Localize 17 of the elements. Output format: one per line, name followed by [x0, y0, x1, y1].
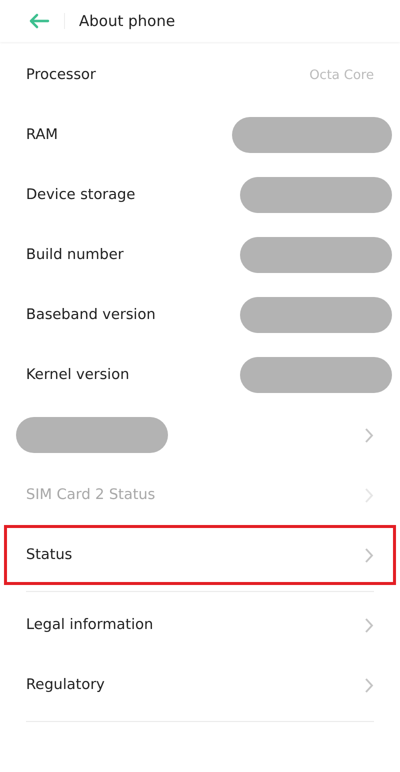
- setting-label: Baseband version: [26, 307, 156, 323]
- setting-label: RAM: [26, 127, 58, 143]
- chevron-right-icon: [364, 426, 374, 444]
- settings-row[interactable]: Status: [4, 525, 396, 585]
- settings-row[interactable]: Regulatory: [0, 655, 400, 715]
- chevron-right-icon: [364, 616, 374, 634]
- setting-value: Octa Core: [309, 68, 374, 82]
- setting-label: Device storage: [26, 187, 136, 203]
- chevron-right-icon: [364, 546, 374, 564]
- setting-label: Kernel version: [26, 367, 130, 383]
- screen-title: About phone: [79, 12, 176, 30]
- chevron-right-icon: [364, 486, 374, 504]
- back-icon[interactable]: [28, 13, 50, 29]
- setting-label: Processor: [26, 67, 96, 83]
- chevron-right-icon: [364, 676, 374, 694]
- settings-row[interactable]: Legal information: [0, 595, 400, 655]
- setting-label: Build number: [26, 247, 124, 263]
